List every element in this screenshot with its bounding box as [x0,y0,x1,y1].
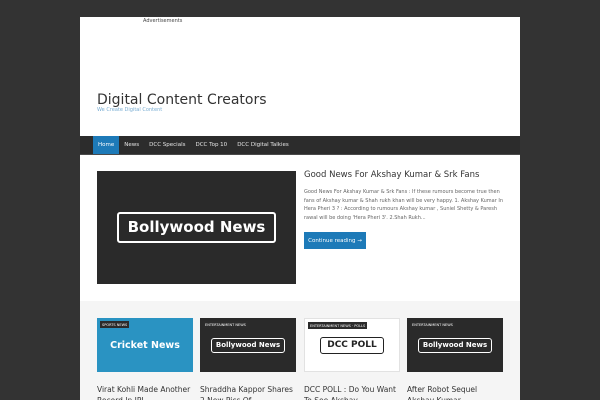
main-nav: Home News DCC Specials DCC Top 10 DCC Di… [80,136,520,155]
card-image-text: DCC POLL [320,336,384,354]
category-tag[interactable]: SPORTS NEWS [100,321,130,328]
post-card[interactable]: ENTERTAINMENT NEWS · POLLS DCC POLL DCC … [304,318,400,400]
category-tag[interactable]: ENTERTAINMENT NEWS [203,321,248,328]
post-card-image[interactable]: ENTERTAINMENT NEWS Bollywood News [407,318,503,372]
featured-post-excerpt: Good News For Akshay Kumar & Srk Fans : … [304,189,504,221]
featured-post-image[interactable]: Bollywood News [97,171,296,284]
post-card[interactable]: ENTERTAINMENT NEWS Bollywood News Shradd… [200,318,296,400]
featured-image-text: Bollywood News [116,212,277,243]
post-card-title[interactable]: Shraddha Kappor Shares 2 New Pics Of [200,384,296,400]
post-card[interactable]: SPORTS NEWS Cricket News Virat Kohli Mad… [97,318,193,400]
post-card-title[interactable]: Virat Kohli Made Another Record In IPL [97,384,193,400]
card-image-text: Bollywood News [210,337,286,353]
featured-post-title[interactable]: Good News For Akshay Kumar & Srk Fans [304,169,479,181]
post-grid: SPORTS NEWS Cricket News Virat Kohli Mad… [80,301,520,400]
nav-item-dcc-top-10[interactable]: DCC Top 10 [190,136,232,154]
continue-reading-button[interactable]: Continue reading → [304,232,366,249]
card-image-text: Bollywood News [417,337,493,353]
nav-item-dcc-digital-talkies[interactable]: DCC Digital Talkies [232,136,294,154]
post-card-image[interactable]: SPORTS NEWS Cricket News [97,318,193,372]
site-tagline: We Create Digital Content [97,107,163,113]
advertisement-label: Advertisements [143,18,183,24]
nav-item-news[interactable]: News [119,136,144,154]
card-image-text: Cricket News [110,339,180,351]
category-tag[interactable]: ENTERTAINMENT NEWS [410,321,455,328]
post-card-image[interactable]: ENTERTAINMENT NEWS · POLLS DCC POLL [304,318,400,372]
category-tag[interactable]: ENTERTAINMENT NEWS · POLLS [308,322,368,329]
nav-item-home[interactable]: Home [93,136,120,154]
post-card-title[interactable]: After Robot Sequel Akshay Kumar [407,384,503,400]
post-card-image[interactable]: ENTERTAINMENT NEWS Bollywood News [200,318,296,372]
nav-item-dcc-specials[interactable]: DCC Specials [144,136,190,154]
post-card-title[interactable]: DCC POLL : Do You Want To See Akshay [304,384,400,400]
post-card[interactable]: ENTERTAINMENT NEWS Bollywood News After … [407,318,503,400]
page-container: Advertisements Digital Content Creators … [80,17,520,400]
